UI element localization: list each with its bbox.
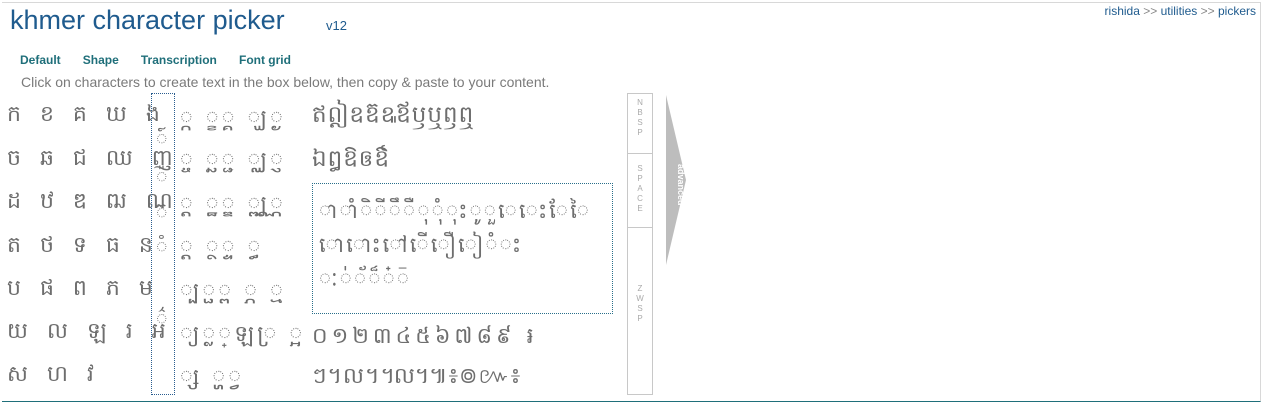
nbsp-button[interactable]: NBSP [628, 98, 652, 154]
space-button[interactable]: SPACE [628, 154, 652, 228]
independent-vowel-row[interactable]: ឯឰឱឲឳ [312, 145, 390, 178]
tab-transcription[interactable]: Transcription [141, 53, 217, 67]
dependent-vowel-row[interactable]: ◌ៈ◌់◌័◌៏◌៎◌៑ [319, 262, 606, 296]
instructions-text: Click on characters to create text in th… [21, 74, 550, 90]
nbsp-label: NBSP [637, 98, 643, 137]
space-label: SPACE [637, 164, 643, 213]
advanced-toggle[interactable]: advanced [666, 95, 686, 265]
tab-shape[interactable]: Shape [83, 53, 119, 67]
sign-character[interactable]: ◌៊ [156, 200, 168, 230]
consonant-row[interactable]: ក ខ គ ឃ ង [7, 100, 166, 132]
numerals-row[interactable]: ០១២៣៤៥៦៧៨៩ ៛ [312, 322, 538, 354]
breadcrumb-separator: >> [1143, 4, 1158, 18]
zwsp-button[interactable]: ZWSP [628, 284, 652, 344]
symbols-row[interactable]: ៗ។ល។៘៕៖៙៚៖ [312, 362, 521, 394]
zwsp-label: ZWSP [636, 284, 644, 323]
consonant-row[interactable]: ប ផ ព ភ ម [7, 274, 159, 306]
subscript-row[interactable]: ◌្ប◌្ផ◌្ព ◌្ភ ◌្ម [180, 277, 286, 309]
subscript-row[interactable]: ◌្យ◌្ល◌្ឡ◌្រ ◌្អ [180, 320, 305, 352]
breadcrumb-utilities[interactable]: utilities [1161, 4, 1198, 18]
breadcrumb-rishida[interactable]: rishida [1105, 4, 1140, 18]
consonant-row[interactable]: ស ហ វ [7, 360, 100, 392]
breadcrumb-separator: >> [1200, 4, 1215, 18]
version-label: v12 [326, 18, 347, 33]
sign-character[interactable]: ◌៓ [156, 234, 168, 264]
dependent-vowel-row[interactable]: ◌ោ◌ោះ◌ៅ◌ើ◌ឿ◌ៀ◌ំ◌ះ [319, 228, 606, 262]
subscript-row[interactable]: ◌្ស ◌្ហ◌្វ [180, 363, 244, 395]
breadcrumb-pickers[interactable]: pickers [1218, 4, 1256, 18]
tab-default[interactable]: Default [20, 53, 61, 67]
dependent-vowel-row[interactable]: ◌ា◌ាំ◌ិ◌ី◌ឹ◌ឺ◌ុ◌ុំ◌ុះ◌ូ◌ួ◌េ◌េះ◌ែ◌ៃ [319, 194, 606, 228]
subscript-row[interactable]: ◌្ដ ◌្ឋ◌្ឌ ◌្ឍ◌្ណ [180, 190, 286, 222]
view-tabs: Default Shape Transcription Font grid [20, 49, 308, 68]
advanced-label: advanced [676, 164, 686, 206]
sign-character[interactable]: ◌៌ [156, 306, 168, 336]
subscript-row[interactable]: ◌្ក ◌្ខ◌្គ ◌្ឃ◌្ង [180, 104, 286, 136]
consonant-row[interactable]: យ ល ឡ រ អ [7, 317, 172, 349]
dependent-vowels-box: ◌ា◌ាំ◌ិ◌ី◌ឹ◌ឺ◌ុ◌ុំ◌ុះ◌ូ◌ួ◌េ◌េះ◌ែ◌ៃ ◌ោ◌ោះ… [312, 183, 613, 314]
tab-font-grid[interactable]: Font grid [239, 53, 291, 67]
consonant-row[interactable]: ត ថ ទ ធ ន [7, 231, 159, 263]
breadcrumb: rishida >> utilities >> pickers [1105, 4, 1256, 18]
signs-column: ◌៍ ◌៉ ◌៊ ◌៓ ◌៌ [151, 93, 175, 395]
page-title: khmer character picker [10, 5, 285, 35]
subscript-row[interactable]: ◌្ច ◌្ឆ◌្ជ ◌្ឈ◌្ញ [180, 146, 286, 178]
subscript-row[interactable]: ◌្ត ◌្ថ◌្ទ ◌្ធ [180, 233, 264, 265]
sign-character[interactable]: ◌៉ [156, 164, 168, 194]
space-buttons-column: NBSP SPACE ZWSP [627, 93, 653, 395]
sign-character[interactable]: ◌៍ [156, 126, 168, 156]
independent-vowel-row[interactable]: ឥឦឧឨឩឪឫឬឭឮ [312, 101, 474, 134]
